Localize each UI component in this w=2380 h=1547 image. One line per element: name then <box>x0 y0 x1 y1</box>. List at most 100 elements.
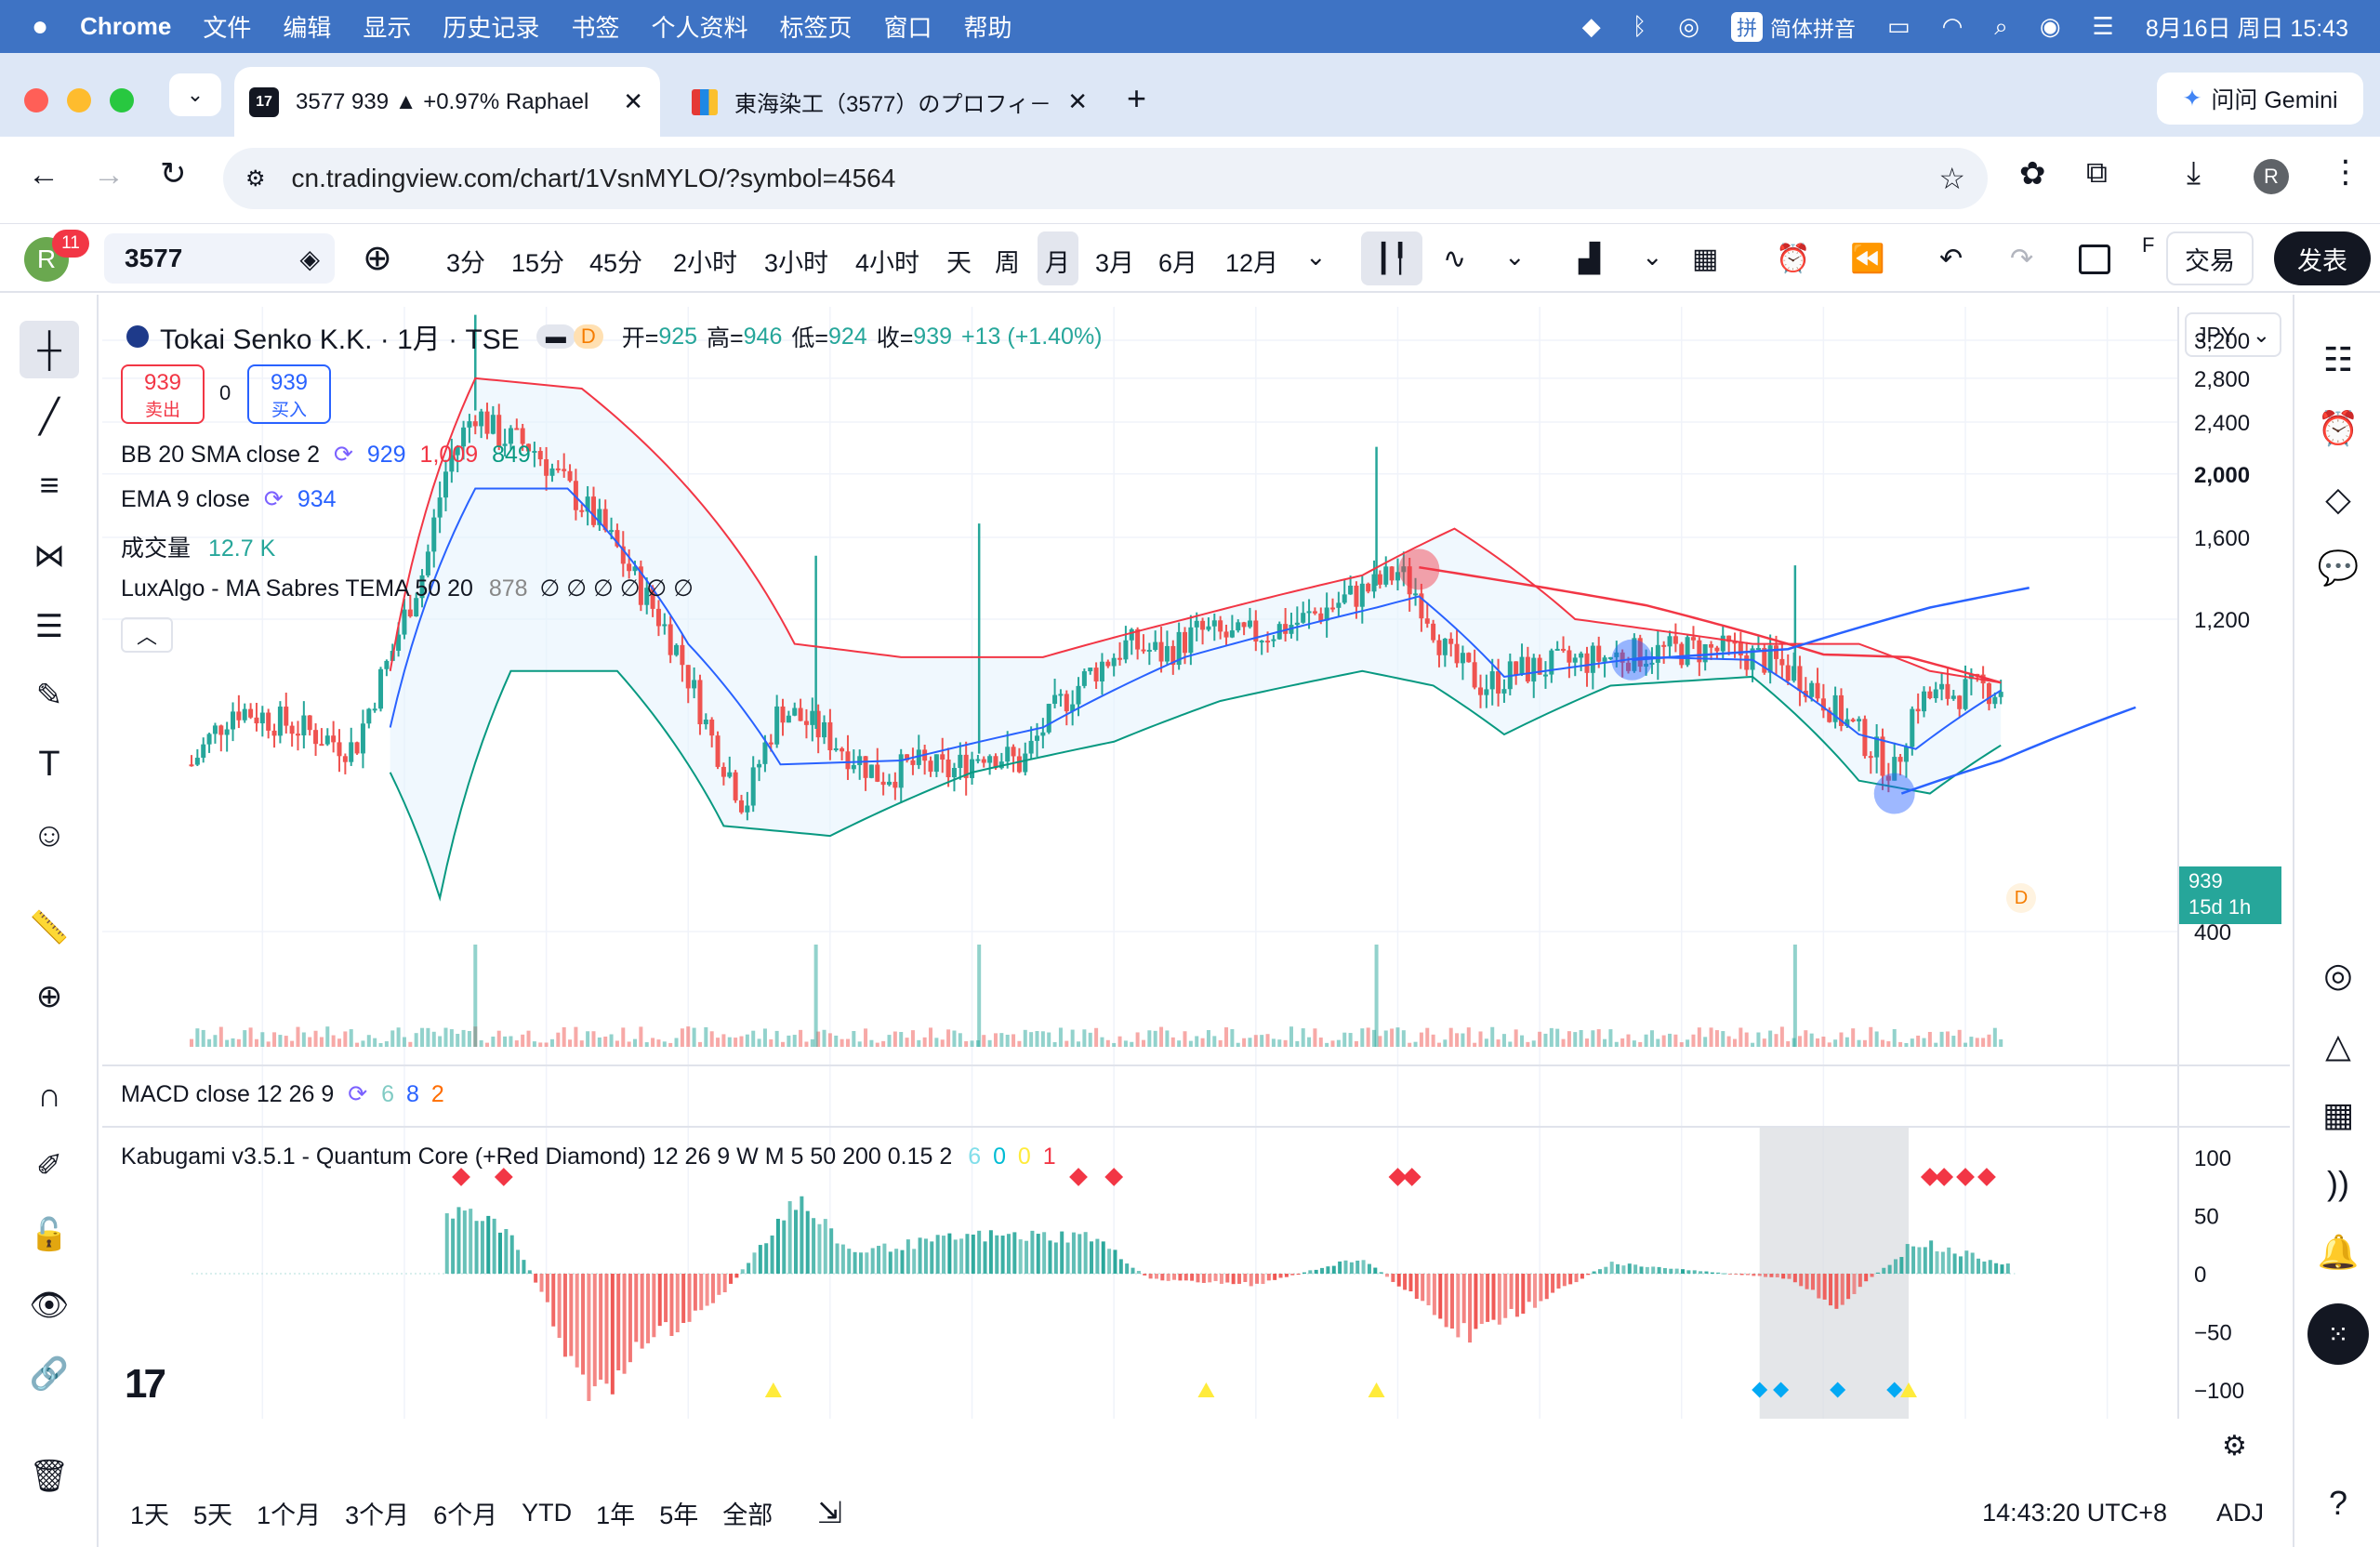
menu-help[interactable]: 帮助 <box>964 9 1012 44</box>
collapse-legend-icon[interactable]: ︿ <box>121 617 173 653</box>
extensions-icon[interactable]: ⧉ <box>2086 155 2108 191</box>
tab-close-icon[interactable]: ✕ <box>1067 87 1088 116</box>
indicators-dropdown-icon[interactable]: ⌄ <box>1642 243 1663 271</box>
airdrop-icon[interactable]: ◎ <box>1678 12 1699 41</box>
interval-2h[interactable]: 2小时 <box>673 243 737 279</box>
window-minimize-button[interactable] <box>67 88 91 112</box>
candles-style-button[interactable]: ┃╿ <box>1361 231 1422 285</box>
fib-icon[interactable]: ☰ <box>0 598 99 655</box>
back-icon[interactable]: ← <box>28 157 60 193</box>
spotlight-icon[interactable]: ⌕ <box>1994 12 2008 42</box>
range-1d[interactable]: 1天 <box>130 1495 169 1531</box>
wifi-icon[interactable]: ◠ <box>1942 12 1964 41</box>
luxalgo-legend[interactable]: LuxAlgo - MA Sabres TEMA 50 20 878 ∅ ∅ ∅… <box>121 575 694 602</box>
tab-close-icon[interactable]: ✕ <box>623 87 643 116</box>
gemini-button[interactable]: ✦ 问问 Gemini <box>2157 73 2363 125</box>
omnibox[interactable]: ⚙ cn.tradingview.com/chart/1VsnMYLO/?sym… <box>223 148 1988 209</box>
interval-15m[interactable]: 15分 <box>511 243 564 279</box>
chat-icon[interactable]: 💬 <box>2294 540 2380 596</box>
chart-svg[interactable]: 2002200420062008201020122014201620182020… <box>102 307 2290 1419</box>
lock-icon[interactable]: 🔓 <box>0 1206 99 1263</box>
reload-icon[interactable]: ↻ <box>160 155 187 192</box>
layers-icon[interactable]: ◇ <box>2294 471 2380 527</box>
menubar-clock[interactable]: 8月16日 周日 15:43 <box>2146 10 2348 44</box>
interval-month-label[interactable]: 月 <box>1045 243 1070 279</box>
kabugami-legend[interactable]: Kabugami v3.5.1 - Quantum Core (+Red Dia… <box>121 1144 1056 1170</box>
ruler-icon[interactable]: 📏 <box>0 899 99 957</box>
menu-edit[interactable]: 编辑 <box>283 9 331 44</box>
menu-tabs[interactable]: 标签页 <box>779 9 852 44</box>
target-icon[interactable]: ◎ <box>2294 947 2380 1003</box>
sell-button[interactable]: 939 卖出 <box>121 364 205 424</box>
interval-3mo[interactable]: 3月 <box>1095 243 1134 279</box>
calendar-icon[interactable]: ▦ <box>2294 1087 2380 1143</box>
new-tab-button[interactable]: + <box>1127 79 1146 118</box>
indicators-icon[interactable]: ▟ <box>1579 243 1600 275</box>
currency-select[interactable]: JPY ⌄ <box>2185 312 2281 357</box>
buy-button[interactable]: 939 买入 <box>247 364 331 424</box>
trendline-icon[interactable]: ╱ <box>0 388 99 445</box>
download-icon[interactable]: ⤓ <box>2187 155 2201 192</box>
menu-view[interactable]: 显示 <box>363 9 411 44</box>
crosshair-icon[interactable]: ┼ <box>0 321 99 378</box>
alerts-clock-icon[interactable]: ⏰ <box>2294 401 2380 456</box>
interval-3h[interactable]: 3小时 <box>764 243 828 279</box>
magnet-icon[interactable]: ∩ <box>0 1066 99 1124</box>
lock-pencil-icon[interactable]: ✐ <box>0 1137 99 1195</box>
goto-date-icon[interactable]: ⇲ <box>817 1495 842 1530</box>
battery-icon[interactable]: ▭ <box>1887 12 1911 41</box>
bb-legend[interactable]: BB 20 SMA close 2 ⟳ 929 1,009 849 <box>121 441 531 469</box>
siri-icon[interactable]: ◉ <box>2040 12 2061 41</box>
adj-toggle[interactable]: ADJ <box>2216 1499 2264 1527</box>
window-close-button[interactable] <box>24 88 48 112</box>
range-6m[interactable]: 6个月 <box>433 1495 497 1531</box>
profile-avatar[interactable]: R <box>2254 159 2289 194</box>
interval-3m[interactable]: 3分 <box>446 243 485 279</box>
emoji-icon[interactable]: ☺ <box>0 806 99 864</box>
chart-area[interactable]: 2002200420062008201020122014201620182020… <box>102 307 2290 1461</box>
notification-bell-icon[interactable]: 🔔 <box>2294 1224 2380 1280</box>
interval-day[interactable]: 天 <box>946 243 972 279</box>
macd-legend[interactable]: MACD close 12 26 9 ⟳ 6 8 2 <box>121 1080 444 1108</box>
dropbox-icon[interactable]: ◆ <box>1582 12 1601 41</box>
symbol-legend[interactable]: Tokai Senko K.K. · 1月 · TSE ▬ D 开= 925 高… <box>126 316 1103 357</box>
alert-add-icon[interactable]: ⏰ <box>1776 243 1810 275</box>
trade-button[interactable]: 交易 <box>2166 231 2254 285</box>
interval-dropdown-icon[interactable]: ⌄ <box>1305 243 1327 271</box>
forward-icon[interactable]: → <box>93 157 125 193</box>
layouts-grid-icon[interactable]: ▦ <box>1692 243 1718 275</box>
control-center-icon[interactable]: ☰ <box>2093 12 2114 41</box>
interval-4h[interactable]: 4小时 <box>855 243 919 279</box>
symbol-diamond-icon[interactable]: ◈ <box>299 244 320 274</box>
tab-active[interactable]: 17 3577 939 ▲ +0.97% Raphael ✕ <box>234 67 660 137</box>
utc-clock[interactable]: 14:43:20 UTC+8 <box>1982 1499 2167 1527</box>
symbol-text[interactable]: 3577 <box>125 244 182 273</box>
trash-icon[interactable]: 🗑 <box>0 1448 99 1505</box>
eye-icon[interactable]: 👁 <box>0 1276 99 1334</box>
menu-history[interactable]: 历史记录 <box>443 9 539 44</box>
window-zoom-button[interactable] <box>110 88 134 112</box>
chrome-menu-icon[interactable]: ⋮ <box>2330 153 2361 191</box>
text-tool-icon[interactable]: T <box>0 735 99 793</box>
eye-toggle-icon[interactable]: ▬ <box>536 324 575 349</box>
link-icon[interactable]: 🔗 <box>0 1345 99 1403</box>
apps-grid-icon[interactable]: ⁙ <box>2294 1303 2380 1365</box>
menu-app-name[interactable]: Chrome <box>80 12 171 41</box>
chart-type-dropdown-icon[interactable]: ⌄ <box>1504 243 1526 271</box>
tab-search-button[interactable]: ⌄ <box>169 73 221 116</box>
interval-45m[interactable]: 45分 <box>589 243 642 279</box>
replay-icon[interactable]: ⏪ <box>1850 243 1884 275</box>
refresh-icon[interactable]: ⟳ <box>334 442 353 468</box>
undo-icon[interactable]: ↶ <box>1939 243 1963 275</box>
site-info-icon[interactable]: ⚙ <box>245 165 266 192</box>
interval-6mo[interactable]: 6月 <box>1158 243 1197 279</box>
broadcast-icon[interactable]: )) <box>2294 1156 2380 1211</box>
refresh-icon[interactable]: ⟳ <box>264 486 284 512</box>
compare-add-icon[interactable]: ⊕ <box>363 237 392 279</box>
menu-profiles[interactable]: 个人资料 <box>651 9 747 44</box>
settings-gear-icon[interactable]: ⚙ <box>2222 1430 2247 1462</box>
bluetooth-icon[interactable]: ᛒ <box>1633 12 1647 41</box>
ideas-icon[interactable]: △ <box>2294 1018 2380 1074</box>
publish-button[interactable]: 发表 <box>2274 231 2371 285</box>
dividend-marker[interactable]: D <box>2006 883 2036 913</box>
